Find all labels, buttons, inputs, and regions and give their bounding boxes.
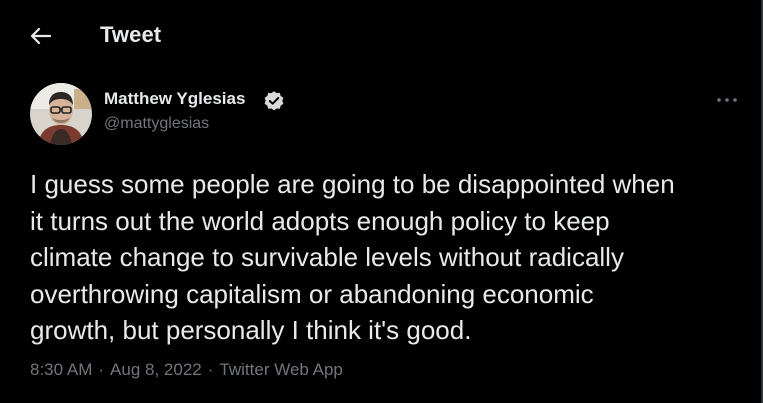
author-name[interactable]: Matthew Yglesias <box>104 89 245 109</box>
avatar-photo <box>30 83 92 145</box>
tweet-time[interactable]: 8:30 AM <box>30 360 92 380</box>
tweet-text-line: climate change to survivable levels with… <box>30 242 624 272</box>
arrow-left-icon <box>31 28 51 44</box>
separator: · <box>207 360 214 379</box>
page-header: Tweet <box>0 0 761 72</box>
more-options-icon <box>717 98 737 102</box>
tweet-metadata: 8:30 AM · Aug 8, 2022 · Twitter Web App <box>30 360 343 380</box>
page-title: Tweet <box>100 22 162 47</box>
tweet-text-line: it turns out the world adopts enough pol… <box>30 205 610 236</box>
tweet-date[interactable]: Aug 8, 2022 <box>110 360 202 380</box>
tweet-source[interactable]: Twitter Web App <box>219 360 342 380</box>
author-handle[interactable]: @mattyglesias <box>104 115 209 133</box>
more-options-button[interactable] <box>712 89 742 111</box>
back-button[interactable] <box>24 21 58 51</box>
tweet-text-line: I guess some people are going to be disa… <box>30 169 675 199</box>
tweet-text: I guess some people are going to be disa… <box>30 166 742 349</box>
verified-badge-icon <box>264 91 284 111</box>
tweet-text-line: growth, but personally I think it's good… <box>30 315 472 345</box>
tweet-text-line: overthrowing capitalism or abandoning ec… <box>30 278 594 309</box>
separator: · <box>98 360 105 379</box>
avatar[interactable] <box>30 83 92 145</box>
